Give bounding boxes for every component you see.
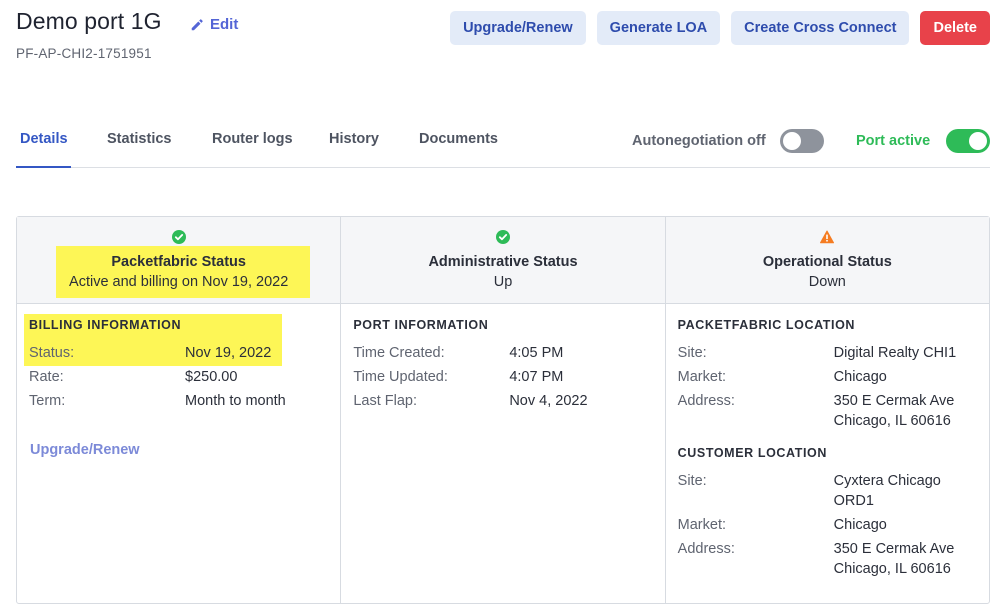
warning-triangle-icon bbox=[820, 230, 835, 244]
edit-button[interactable]: Edit bbox=[190, 16, 238, 33]
kv-key: Market: bbox=[677, 369, 726, 385]
kv-key: Time Updated: bbox=[353, 369, 448, 385]
active-tab-indicator bbox=[16, 166, 71, 168]
tab-router-logs[interactable]: Router logs bbox=[212, 131, 293, 147]
create-cross-connect-button[interactable]: Create Cross Connect bbox=[731, 11, 910, 45]
port-id: PF-AP-CHI2-1751951 bbox=[16, 46, 152, 61]
kv-value: 4:07 PM bbox=[509, 369, 564, 385]
status-title: Operational Status bbox=[762, 254, 892, 270]
status-value: Up bbox=[493, 274, 513, 290]
kv-key: Term: bbox=[29, 393, 66, 409]
port-details-panel: Packetfabric Status Active and billing o… bbox=[16, 216, 990, 604]
upgrade-renew-link[interactable]: Upgrade/Renew bbox=[30, 442, 140, 458]
billing-information: BILLING INFORMATION Status: Nov 19, 2022… bbox=[17, 304, 342, 603]
site-line: ORD1 bbox=[833, 493, 874, 509]
status-value: Active and billing on Nov 19, 2022 bbox=[69, 274, 289, 290]
check-circle-icon bbox=[495, 230, 510, 244]
kv-value: Cyxtera Chicago ORD1 bbox=[834, 471, 984, 511]
section-title: PACKETFABRIC LOCATION bbox=[677, 318, 856, 332]
tab-bar: Details Statistics Router logs History D… bbox=[16, 118, 990, 168]
autonegotiation-toggle[interactable] bbox=[780, 129, 824, 153]
address-line: Chicago, IL 60616 bbox=[833, 561, 951, 577]
toggle-knob bbox=[969, 132, 987, 150]
autonegotiation-label: Autonegotiation off bbox=[632, 133, 766, 149]
kv-key: Address: bbox=[677, 393, 735, 409]
toggle-knob bbox=[783, 132, 801, 150]
address-line: 350 E Cermak Ave bbox=[833, 541, 955, 557]
section-title: CUSTOMER LOCATION bbox=[677, 446, 827, 460]
kv-value: Nov 4, 2022 bbox=[509, 393, 588, 409]
section-title: PORT INFORMATION bbox=[353, 318, 489, 332]
delete-button[interactable]: Delete bbox=[920, 11, 990, 45]
page-title: Demo port 1G bbox=[16, 8, 162, 34]
status-title: Packetfabric Status bbox=[111, 254, 246, 270]
pencil-icon bbox=[191, 18, 203, 30]
kv-value: 4:05 PM bbox=[509, 345, 564, 361]
kv-value: Chicago bbox=[833, 517, 887, 533]
kv-key: Time Created: bbox=[353, 345, 445, 361]
packetfabric-status: Packetfabric Status Active and billing o… bbox=[17, 217, 342, 303]
section-title: BILLING INFORMATION bbox=[29, 318, 182, 332]
generate-loa-button[interactable]: Generate LOA bbox=[596, 11, 721, 45]
kv-key: Rate: bbox=[29, 369, 64, 385]
check-circle-icon bbox=[171, 230, 186, 244]
kv-key: Status: bbox=[29, 345, 75, 361]
kv-value: Nov 19, 2022 bbox=[185, 345, 272, 361]
tab-details[interactable]: Details bbox=[20, 131, 68, 147]
address-line: Chicago, IL 60616 bbox=[833, 413, 951, 429]
kv-value: 350 E Cermak Ave Chicago, IL 60616 bbox=[834, 391, 984, 431]
tab-documents[interactable]: Documents bbox=[419, 131, 498, 147]
kv-key: Site: bbox=[677, 345, 707, 361]
kv-key: Site: bbox=[677, 473, 707, 489]
kv-key: Market: bbox=[677, 517, 726, 533]
kv-key: Address: bbox=[677, 541, 735, 557]
kv-value: Chicago bbox=[833, 369, 887, 385]
info-row: BILLING INFORMATION Status: Nov 19, 2022… bbox=[17, 304, 989, 603]
kv-value: $250.00 bbox=[185, 369, 238, 385]
port-information: PORT INFORMATION Time Created: 4:05 PM T… bbox=[341, 304, 666, 603]
kv-value: 350 E Cermak Ave Chicago, IL 60616 bbox=[834, 539, 984, 579]
status-value: Down bbox=[808, 274, 846, 290]
administrative-status: Administrative Status Up bbox=[341, 217, 666, 303]
kv-key: Last Flap: bbox=[353, 393, 417, 409]
location-information: PACKETFABRIC LOCATION Site: Digital Real… bbox=[666, 304, 989, 603]
status-title: Administrative Status bbox=[428, 254, 578, 270]
tab-statistics[interactable]: Statistics bbox=[107, 131, 171, 147]
header-actions: Upgrade/Renew Generate LOA Create Cross … bbox=[450, 11, 990, 45]
operational-status: Operational Status Down bbox=[666, 217, 989, 303]
upgrade-renew-button[interactable]: Upgrade/Renew bbox=[450, 11, 586, 45]
tab-history[interactable]: History bbox=[329, 131, 379, 147]
edit-label: Edit bbox=[210, 16, 239, 33]
port-active-toggle[interactable] bbox=[946, 129, 990, 153]
port-active-label: Port active bbox=[856, 133, 931, 149]
kv-value: Digital Realty CHI1 bbox=[833, 345, 957, 361]
address-line: 350 E Cermak Ave bbox=[833, 393, 955, 409]
site-line: Cyxtera Chicago bbox=[833, 473, 941, 489]
kv-value: Month to month bbox=[185, 393, 286, 409]
status-row: Packetfabric Status Active and billing o… bbox=[17, 217, 989, 304]
